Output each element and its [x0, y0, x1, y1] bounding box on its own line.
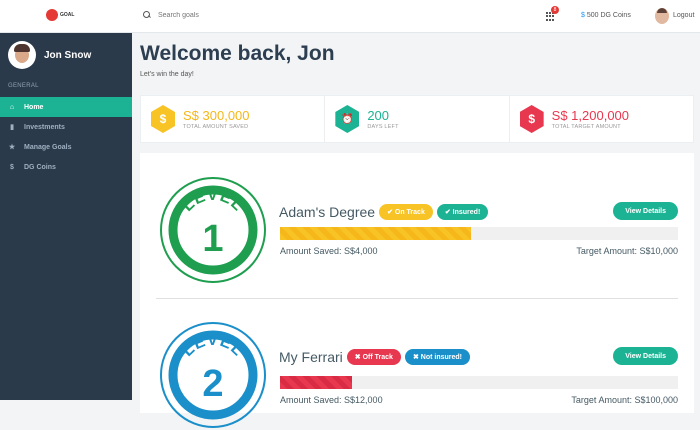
amount-saved: Amount Saved: S$4,000 — [280, 246, 378, 256]
target-amount: Target Amount: S$10,000 — [576, 246, 678, 256]
sidebar-item-label: DG Coins — [24, 163, 56, 171]
view-details-button[interactable]: View Details — [613, 347, 678, 365]
stat-total-target: $ S$ 1,200,000 TOTAL TARGET AMOUNT — [510, 96, 693, 142]
svg-text:LEVEL: LEVEL — [179, 332, 246, 360]
logo-text: GOAL — [60, 12, 75, 18]
star-icon: ★ — [8, 144, 16, 151]
stat-value: S$ 1,200,000 — [551, 108, 630, 123]
logout-link[interactable]: Logout — [673, 12, 694, 19]
svg-text:LEVEL: LEVEL — [179, 187, 246, 215]
page-subtitle: Let's win the day! — [140, 71, 194, 78]
level-word: LEVEL — [179, 332, 245, 360]
coins-link[interactable]: $ 500 DG Coins — [581, 12, 631, 19]
status-badge-on-track: ✔ On Track — [379, 204, 433, 220]
level-badge: LEVEL 2 — [160, 322, 266, 428]
profile-avatar — [8, 41, 36, 69]
goal-amounts: Amount Saved: S$4,000 Target Amount: S$1… — [280, 246, 678, 256]
status-badge-off-track: ✖ Off Track — [346, 349, 401, 365]
sidebar-item-label: Manage Goals — [24, 143, 72, 151]
sidebar-item-label: Home — [24, 103, 44, 111]
goal-divider — [156, 298, 678, 299]
search-icon — [143, 11, 151, 19]
sidebar-item-dg-coins[interactable]: $ DG Coins — [0, 157, 132, 177]
progress-bar — [280, 227, 678, 240]
main-content: Welcome back, Jon Let's win the day! $ S… — [132, 33, 700, 428]
search-bar — [143, 11, 278, 19]
user-name: Jon Snow — [44, 49, 92, 61]
coins-dollar-symbol: $ — [581, 12, 585, 19]
sidebar-item-investments[interactable]: ▮ Investments — [0, 117, 132, 137]
app-logo[interactable]: GOAL — [46, 9, 74, 21]
stat-value: 200 — [367, 108, 390, 123]
sidebar-profile: Jon Snow — [8, 41, 91, 69]
goal-title-row: My Ferrari ✖ Off Track ✖ Not insured! — [279, 349, 470, 365]
status-badge-insured: ✔ Insured! — [436, 204, 489, 220]
stat-days-left: ⏰ 200 DAYS LEFT — [325, 96, 510, 142]
progress-bar — [280, 376, 678, 389]
goal-title: Adam's Degree — [279, 204, 376, 220]
coins-label: 500 DG Coins — [586, 12, 631, 19]
sidebar-item-label: Investments — [24, 123, 65, 131]
stat-label: TOTAL TARGET AMOUNT — [551, 124, 621, 130]
search-input[interactable] — [158, 11, 278, 19]
goals-panel: LEVEL 1 Adam's Degree ✔ On Track ✔ Insur… — [140, 153, 694, 428]
target-amount: Target Amount: S$100,000 — [571, 395, 678, 405]
close-icon: ✖ — [412, 354, 421, 361]
level-number: 1 — [202, 218, 223, 260]
close-icon: ✖ — [354, 354, 363, 361]
dollar-icon: $ — [10, 163, 14, 171]
progress-fill — [280, 376, 352, 389]
sidebar-item-manage-goals[interactable]: ★ Manage Goals — [0, 137, 132, 157]
level-word: LEVEL — [179, 187, 245, 215]
amount-saved: Amount Saved: S$12,000 — [280, 395, 383, 405]
top-bar: GOAL 8 $ 500 DG Coins Logout — [0, 0, 700, 33]
view-details-button[interactable]: View Details — [613, 202, 678, 220]
stat-label: TOTAL AMOUNT SAVED — [183, 124, 249, 130]
level-badge: LEVEL 1 — [160, 177, 266, 283]
stats-bar: $ S$ 300,000 TOTAL AMOUNT SAVED ⏰ 200 DA… — [140, 95, 694, 143]
goal-amounts: Amount Saved: S$12,000 Target Amount: S$… — [280, 395, 678, 405]
home-icon: ⌂ — [9, 103, 15, 111]
bar-chart-icon: ▮ — [10, 124, 14, 131]
alarm-clock-icon: ⏰ — [335, 105, 360, 133]
check-icon: ✔ — [444, 209, 453, 216]
check-icon: ✔ — [387, 209, 395, 216]
goal-title-row: Adam's Degree ✔ On Track ✔ Insured! — [279, 204, 489, 220]
level-number: 2 — [202, 363, 223, 405]
sidebar: Jon Snow GENERAL ⌂ Home ▮ Investments ★ … — [0, 33, 132, 400]
stat-total-saved: $ S$ 300,000 TOTAL AMOUNT SAVED — [141, 96, 326, 142]
sidebar-nav: ⌂ Home ▮ Investments ★ Manage Goals $ DG… — [0, 97, 132, 177]
logo-icon — [46, 9, 58, 21]
stat-label: DAYS LEFT — [367, 124, 399, 130]
sidebar-item-home[interactable]: ⌂ Home — [0, 97, 132, 117]
goal-card: LEVEL 2 My Ferrari ✖ Off Track ✖ Not ins… — [156, 320, 678, 430]
dollar-icon: $ — [151, 105, 175, 133]
goal-title: My Ferrari — [279, 349, 343, 365]
progress-fill — [280, 227, 472, 240]
goal-card: LEVEL 1 Adam's Degree ✔ On Track ✔ Insur… — [156, 175, 678, 285]
notification-badge: 8 — [551, 6, 559, 14]
user-avatar[interactable] — [655, 8, 669, 24]
nav-section-label: GENERAL — [8, 83, 39, 89]
stat-value: S$ 300,000 — [183, 108, 250, 123]
status-badge-not-insured: ✖ Not insured! — [404, 349, 470, 365]
page-title: Welcome back, Jon — [140, 42, 335, 65]
dollar-icon: $ — [519, 105, 544, 133]
